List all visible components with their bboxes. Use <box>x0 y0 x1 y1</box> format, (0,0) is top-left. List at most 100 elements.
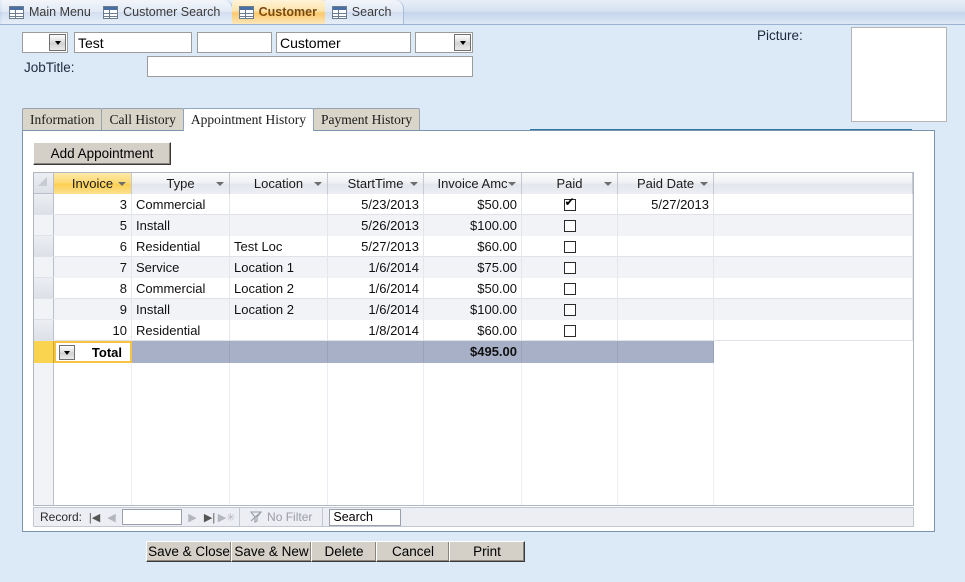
cell-location[interactable] <box>230 320 328 341</box>
select-all-corner[interactable] <box>34 173 54 193</box>
cell-invoice_amount[interactable]: $100.00 <box>424 299 522 320</box>
cell-invoice_amount[interactable]: $50.00 <box>424 278 522 299</box>
cell-location[interactable] <box>230 194 328 215</box>
chevron-down-icon[interactable] <box>604 181 612 186</box>
cell-type[interactable]: Commercial <box>132 194 230 215</box>
last-name-field[interactable]: Customer <box>276 32 411 53</box>
tab-information[interactable]: Information <box>22 108 103 131</box>
chevron-down-icon[interactable] <box>118 181 126 186</box>
appointment-datasheet[interactable]: Invoice Type Location StartTime Invoice Amc P… <box>33 172 914 506</box>
row-selector[interactable] <box>34 215 54 235</box>
filter-status-button[interactable]: No Filter <box>244 510 318 524</box>
column-header-starttime[interactable]: StartTime <box>328 173 424 194</box>
cell-type[interactable]: Install <box>132 215 230 236</box>
cell-invoice[interactable]: 8 <box>54 278 132 299</box>
document-tab-main-menu[interactable]: Main Menu <box>2 0 104 24</box>
cell-location[interactable]: Location 2 <box>230 278 328 299</box>
save-close-button[interactable]: Save & Close <box>146 541 232 562</box>
column-header-invoice-amc[interactable]: Invoice Amc <box>424 173 522 194</box>
total-row-selector[interactable] <box>34 341 54 363</box>
tab-call-history[interactable]: Call History <box>101 108 184 131</box>
cell-type[interactable]: Residential <box>132 320 230 341</box>
cell-paid[interactable] <box>522 278 618 299</box>
add-appointment-button[interactable]: Add Appointment <box>33 142 171 165</box>
cell-invoice_amount[interactable]: $60.00 <box>424 236 522 257</box>
cell-invoice_amount[interactable]: $60.00 <box>424 320 522 341</box>
first-name-field[interactable]: Test <box>74 32 192 53</box>
cell-paid[interactable] <box>522 299 618 320</box>
table-row[interactable]: 9 Install Location 2 1/6/2014 $100.00 <box>34 299 913 320</box>
column-header-invoice[interactable]: Invoice <box>54 173 132 194</box>
table-row[interactable]: 10 Residential 1/8/2014 $60.00 <box>34 320 913 341</box>
chevron-down-icon[interactable] <box>410 181 418 186</box>
row-selector[interactable] <box>34 278 54 298</box>
cell-start_time[interactable]: 5/23/2013 <box>328 194 424 215</box>
cell-paid[interactable] <box>522 257 618 278</box>
cell-paid[interactable] <box>522 215 618 236</box>
prefix-dropdown-button[interactable] <box>49 34 66 51</box>
cell-paid_date[interactable] <box>618 320 714 341</box>
paid-checkbox[interactable] <box>563 282 576 295</box>
cell-location[interactable]: Location 1 <box>230 257 328 278</box>
table-row[interactable]: 3 Commercial 5/23/2013 $50.00 5/27/2013 <box>34 194 913 215</box>
search-input[interactable]: Search <box>329 508 402 526</box>
document-tab-search[interactable]: Search <box>324 0 405 24</box>
cell-invoice_amount[interactable]: $75.00 <box>424 257 522 278</box>
cell-invoice[interactable]: 7 <box>54 257 132 278</box>
cell-location[interactable]: Test Loc <box>230 236 328 257</box>
print-button[interactable]: Print <box>449 541 525 562</box>
cell-type[interactable]: Residential <box>132 236 230 257</box>
table-row[interactable]: 7 Service Location 1 1/6/2014 $75.00 <box>34 257 913 278</box>
cell-invoice[interactable]: 3 <box>54 194 132 215</box>
paid-checkbox[interactable] <box>563 324 576 337</box>
column-header-paid-date[interactable]: Paid Date <box>618 173 714 194</box>
new-record-icon[interactable]: ▶✳ <box>218 508 236 526</box>
table-row[interactable]: 8 Commercial Location 2 1/6/2014 $50.00 <box>34 278 913 299</box>
cell-invoice[interactable]: 10 <box>54 320 132 341</box>
tab-payment-history[interactable]: Payment History <box>312 108 421 131</box>
row-selector[interactable] <box>34 194 54 214</box>
delete-button[interactable]: Delete <box>311 541 377 562</box>
tab-appointment-history[interactable]: Appointment History <box>182 108 314 131</box>
document-tab-customer-search[interactable]: Customer Search <box>96 0 234 24</box>
previous-record-icon[interactable]: ◀ <box>103 508 120 526</box>
cell-start_time[interactable]: 5/27/2013 <box>328 236 424 257</box>
cell-location[interactable] <box>230 215 328 236</box>
next-record-icon[interactable]: ▶ <box>184 508 201 526</box>
save-new-button[interactable]: Save & New <box>231 541 312 562</box>
table-row[interactable]: 6 Residential Test Loc 5/27/2013 $60.00 <box>34 236 913 257</box>
cell-paid_date[interactable] <box>618 257 714 278</box>
cell-paid_date[interactable]: 5/27/2013 <box>618 194 714 215</box>
paid-checkbox[interactable] <box>563 261 576 274</box>
total-label-cell[interactable]: Total <box>54 341 132 363</box>
cell-paid_date[interactable] <box>618 299 714 320</box>
paid-checkbox[interactable] <box>563 303 576 316</box>
middle-name-field[interactable] <box>197 32 272 53</box>
last-record-icon[interactable]: ▶| <box>201 508 218 526</box>
paid-checkbox[interactable] <box>563 240 576 253</box>
column-header-location[interactable]: Location <box>230 173 328 194</box>
cell-location[interactable]: Location 2 <box>230 299 328 320</box>
first-record-icon[interactable]: |◀ <box>86 508 103 526</box>
cancel-button[interactable]: Cancel <box>376 541 450 562</box>
cell-type[interactable]: Service <box>132 257 230 278</box>
document-tab-customer[interactable]: Customer <box>231 0 330 24</box>
prefix-combobox[interactable] <box>22 32 68 53</box>
chevron-down-icon[interactable] <box>508 181 516 186</box>
total-dropdown-button[interactable] <box>59 345 75 360</box>
row-selector[interactable] <box>34 299 54 319</box>
cell-start_time[interactable]: 1/8/2014 <box>328 320 424 341</box>
cell-invoice_amount[interactable]: $50.00 <box>424 194 522 215</box>
cell-invoice[interactable]: 6 <box>54 236 132 257</box>
column-header-type[interactable]: Type <box>132 173 230 194</box>
cell-type[interactable]: Commercial <box>132 278 230 299</box>
row-selector[interactable] <box>34 257 54 277</box>
cell-invoice_amount[interactable]: $100.00 <box>424 215 522 236</box>
chevron-down-icon[interactable] <box>314 181 322 186</box>
chevron-down-icon[interactable] <box>700 181 708 186</box>
cell-paid[interactable] <box>522 194 618 215</box>
table-row[interactable]: 5 Install 5/26/2013 $100.00 <box>34 215 913 236</box>
cell-start_time[interactable]: 1/6/2014 <box>328 299 424 320</box>
cell-invoice[interactable]: 9 <box>54 299 132 320</box>
picture-frame[interactable] <box>851 27 947 122</box>
